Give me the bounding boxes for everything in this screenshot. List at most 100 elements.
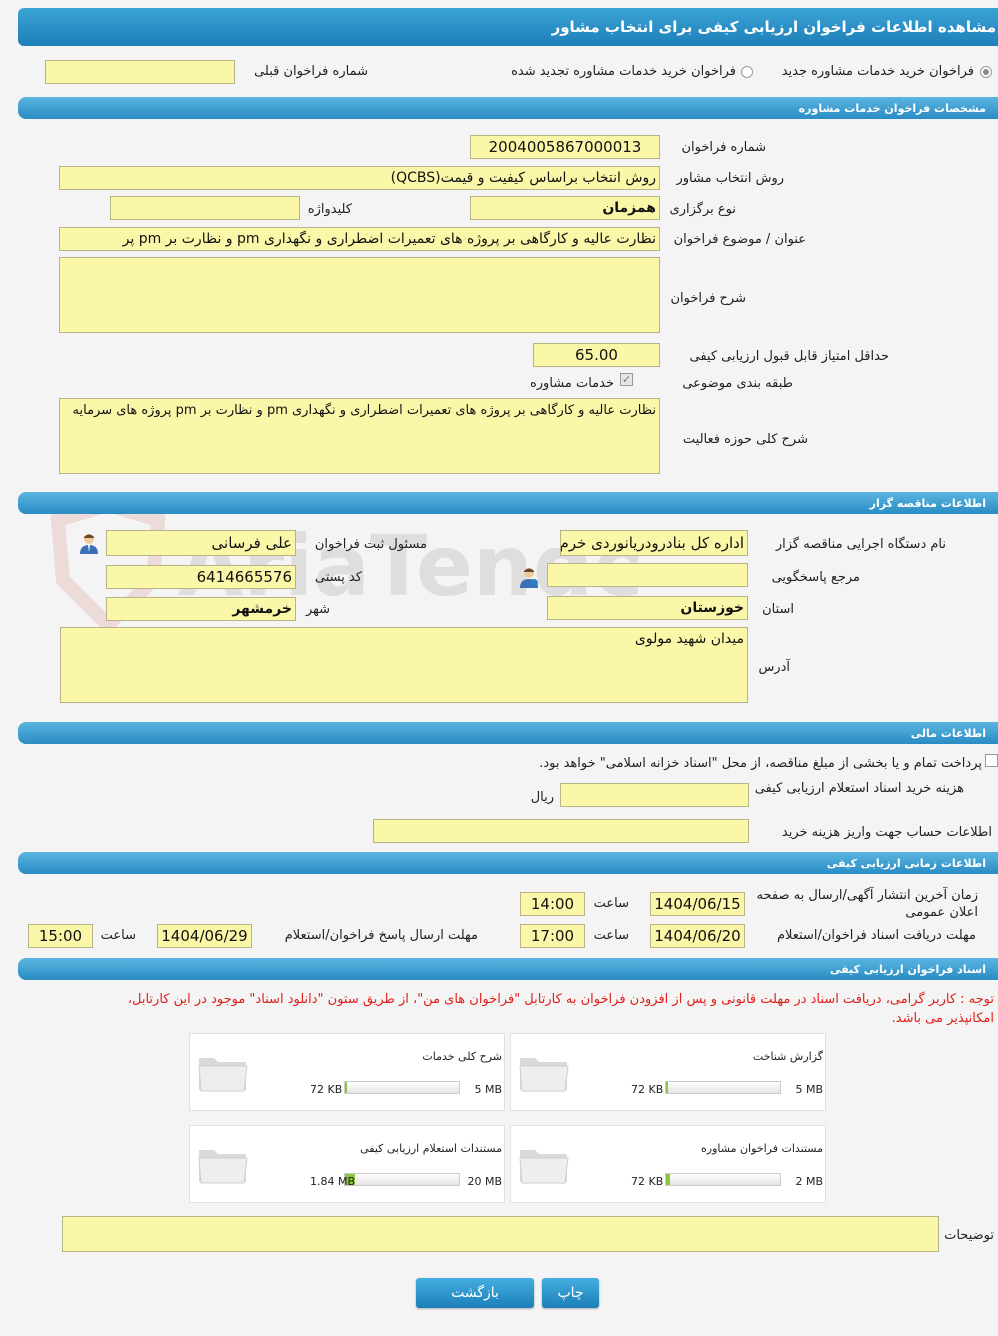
section-financial-info: اطلاعات مالی — [18, 722, 998, 744]
min-score-label: حداقل امتیاز قابل قبول ارزیابی کیفی — [689, 349, 889, 364]
document-size-fill — [666, 1082, 669, 1093]
document-used-size: 72 KB — [631, 1083, 664, 1096]
payment-method-text: پرداخت تمام و یا بخشی از مبلغ مناقصه، از… — [539, 756, 982, 771]
previous-call-label: شماره فراخوان قبلی — [254, 64, 368, 79]
document-card[interactable]: مستندات استعلام ارزیابی کیفی 20 MB 1.84 MB — [189, 1125, 505, 1203]
folder-icon[interactable] — [196, 1050, 250, 1094]
publish-date-field[interactable]: 1404/06/15 — [650, 892, 745, 916]
section-timing-info: اطلاعات زمانی ارزیابی کیفی — [18, 852, 998, 874]
city-label: شهر — [305, 602, 330, 617]
document-cost-label: هزینه خرید اسناد استعلام ارزیابی کیفی — [754, 781, 964, 796]
reply-date-field[interactable]: 1404/06/29 — [157, 924, 252, 948]
document-max-size: 5 MB — [474, 1083, 502, 1096]
radio-new-label: فراخوان خرید خدمات مشاوره جدید — [781, 64, 974, 79]
document-used-size: 72 KB — [310, 1083, 343, 1096]
organization-field[interactable]: اداره کل بنادرودریانوردی خرم — [560, 530, 748, 556]
receive-deadline-label: مهلت دریافت اسناد فراخوان/استعلام — [776, 928, 976, 943]
folder-icon[interactable] — [517, 1142, 571, 1186]
publish-time-word: ساعت — [593, 896, 629, 911]
radio-renewed-call[interactable] — [741, 66, 753, 78]
keyword-field[interactable] — [110, 196, 300, 220]
document-card[interactable]: گزارش شناخت 5 MB 72 KB — [510, 1033, 826, 1111]
document-size-fill — [345, 1082, 348, 1093]
bank-account-field[interactable] — [373, 819, 749, 843]
section-documents: اسناد فراخوان ارزیابی کیفی — [18, 958, 998, 980]
consulting-services-checkbox[interactable] — [620, 373, 633, 386]
document-used-size: 72 KB — [631, 1175, 664, 1188]
call-description-field[interactable] — [59, 257, 660, 333]
islamic-treasury-checkbox[interactable] — [985, 754, 998, 767]
holding-type-label: نوع برگزاری — [669, 202, 736, 217]
call-number-label: شماره فراخوان — [681, 140, 767, 155]
receive-date-field[interactable]: 1404/06/20 — [650, 924, 745, 948]
section-consulting-spec: مشخصات فراخوان خدمات مشاوره — [18, 97, 998, 119]
back-button[interactable]: بازگشت — [416, 1278, 534, 1308]
document-card[interactable]: شرح کلی خدمات 5 MB 72 KB — [189, 1033, 505, 1111]
city-field[interactable]: خرمشهر — [106, 597, 296, 621]
radio-renewed-label: فراخوان خرید خدمات مشاوره تجدید شده — [511, 64, 736, 79]
reply-deadline-label: مهلت ارسال پاسخ فراخوان/استعلام — [284, 928, 478, 943]
document-size-bar — [665, 1173, 781, 1186]
folder-icon[interactable] — [196, 1142, 250, 1186]
document-size-bar — [665, 1081, 781, 1094]
consulting-services-label: خدمات مشاوره — [529, 376, 614, 391]
subject-label: عنوان / موضوع فراخوان — [673, 232, 806, 247]
document-max-size: 20 MB — [467, 1175, 502, 1188]
notice-line-2: امکانپذیر می باشد. — [891, 1011, 994, 1026]
subject-field[interactable]: نظارت عالیه و کارگاهی بر پروژه های تعمیر… — [59, 227, 660, 251]
min-score-field[interactable]: 65.00 — [533, 343, 660, 367]
user-icon[interactable] — [518, 566, 540, 588]
call-description-label: شرح فراخوان — [670, 291, 747, 306]
document-name: شرح کلی خدمات — [422, 1050, 502, 1063]
call-number-field[interactable]: 2004005867000013 — [470, 135, 660, 159]
folder-icon[interactable] — [517, 1050, 571, 1094]
address-field[interactable]: میدان شهید مولوی — [60, 627, 748, 703]
notice-line-1: توجه : کاربر گرامی، دریافت اسناد در مهلت… — [127, 992, 994, 1007]
previous-call-field[interactable] — [45, 60, 235, 84]
category-label: طبقه بندی موضوعی — [682, 376, 793, 391]
selection-method-field[interactable]: روش انتخاب براساس کیفیت و قیمت(QCBS) — [59, 166, 660, 190]
selection-method-label: روش انتخاب مشاور — [676, 171, 784, 186]
publish-time-field[interactable]: 14:00 — [520, 892, 585, 916]
document-size-bar — [344, 1081, 460, 1094]
province-field[interactable]: خوزستان — [547, 596, 748, 620]
notes-label: توضیحات — [944, 1228, 994, 1243]
activity-scope-field[interactable]: نظارت عالیه و کارگاهی بر پروژه های تعمیر… — [59, 398, 660, 474]
bank-account-label: اطلاعات حساب جهت واریز هزینه خرید — [781, 825, 992, 840]
registrar-field[interactable]: علی فرسانی — [106, 530, 296, 556]
document-size-bar — [344, 1173, 460, 1186]
document-used-size: 1.84 MB — [310, 1175, 356, 1188]
receive-time-field[interactable]: 17:00 — [520, 924, 585, 948]
document-name: مستندات فراخوان مشاوره — [701, 1142, 823, 1155]
document-cost-field[interactable] — [560, 783, 749, 807]
publish-time-label: زمان آخرین انتشار آگهی/ارسال به صفحه اعل… — [756, 888, 979, 920]
registrar-label: مسئول ثبت فراخوان — [314, 537, 427, 552]
document-max-size: 5 MB — [795, 1083, 823, 1096]
document-name: مستندات استعلام ارزیابی کیفی — [360, 1142, 502, 1155]
holding-type-field[interactable]: همزمان — [470, 196, 660, 220]
reply-time-word: ساعت — [100, 928, 136, 943]
province-label: استان — [762, 602, 794, 617]
postal-code-field[interactable]: 6414665576 — [106, 565, 296, 589]
organization-label: نام دستگاه اجرایی مناقصه گزار — [775, 537, 946, 552]
download-notice: توجه : کاربر گرامی، دریافت اسناد در مهلت… — [0, 990, 994, 1028]
receive-time-word: ساعت — [593, 928, 629, 943]
document-name: گزارش شناخت — [752, 1050, 823, 1063]
response-reference-field[interactable] — [547, 563, 748, 587]
notes-field[interactable] — [62, 1216, 939, 1252]
document-max-size: 2 MB — [795, 1175, 823, 1188]
user-icon[interactable] — [78, 532, 100, 554]
address-label: آدرس — [758, 660, 790, 675]
print-button[interactable]: چاپ — [542, 1278, 599, 1308]
section-tenderer-info: اطلاعات مناقصه گزار — [18, 492, 998, 514]
reply-time-field[interactable]: 15:00 — [28, 924, 93, 948]
response-reference-label: مرجع پاسخگویی — [771, 570, 860, 585]
document-size-fill — [666, 1174, 670, 1185]
currency-label: ریال — [530, 790, 554, 805]
activity-scope-label: شرح کلی حوزه فعالیت — [682, 432, 808, 447]
postal-code-label: کد پستی — [314, 570, 362, 585]
radio-new-call[interactable] — [980, 66, 992, 78]
page-title: مشاهده اطلاعات فراخوان ارزیابی کیفی برای… — [18, 8, 998, 46]
keyword-label: کلیدواژه — [307, 202, 352, 217]
document-card[interactable]: مستندات فراخوان مشاوره 2 MB 72 KB — [510, 1125, 826, 1203]
